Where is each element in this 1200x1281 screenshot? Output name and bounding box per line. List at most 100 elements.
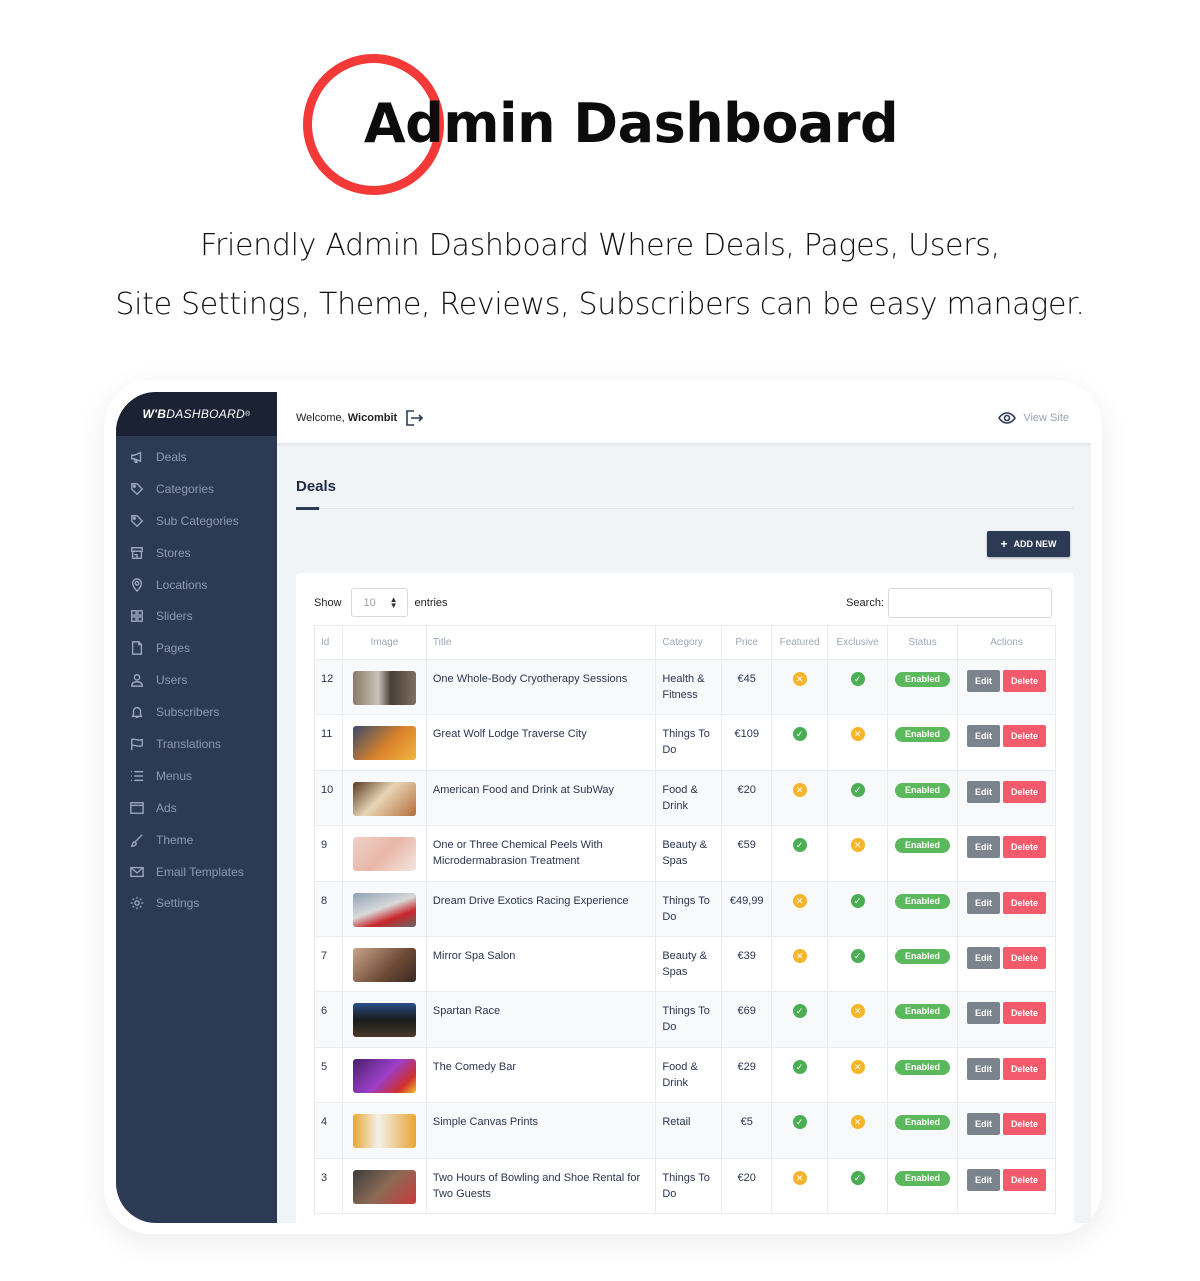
col-header-title[interactable]: Title: [425, 625, 657, 660]
deal-thumbnail[interactable]: [352, 781, 416, 816]
check-circle-icon[interactable]: ✓: [850, 948, 865, 963]
title-accent: [296, 507, 319, 510]
cell-featured: ✓: [771, 714, 829, 771]
deal-thumbnail[interactable]: [352, 1169, 416, 1204]
delete-button[interactable]: Delete: [1003, 780, 1046, 803]
col-header-id[interactable]: Id: [314, 625, 343, 660]
deal-thumbnail[interactable]: [352, 1114, 416, 1149]
deal-thumbnail[interactable]: [352, 671, 416, 705]
edit-button[interactable]: Edit: [967, 1113, 1000, 1136]
x-circle-icon[interactable]: ✕: [792, 782, 807, 797]
entries-select[interactable]: 10 ▲ ▼: [350, 588, 408, 617]
sidebar-item-sub-categories[interactable]: Sub Categories: [116, 505, 277, 537]
x-circle-icon[interactable]: ✕: [850, 1004, 865, 1019]
edit-button[interactable]: Edit: [967, 946, 1000, 969]
check-circle-icon[interactable]: ✓: [792, 1059, 807, 1074]
check-circle-icon[interactable]: ✓: [850, 1170, 865, 1185]
delete-button[interactable]: Delete: [1003, 670, 1046, 692]
search-input[interactable]: [888, 588, 1052, 618]
cell-exclusive: ✓: [827, 880, 889, 937]
sidebar-item-stores[interactable]: Stores: [116, 537, 277, 569]
edit-button[interactable]: Edit: [967, 1002, 1000, 1025]
status-badge[interactable]: Enabled: [895, 782, 951, 798]
logout-icon[interactable]: [405, 409, 424, 426]
brand-reg: ®: [245, 410, 251, 418]
check-circle-icon[interactable]: ✓: [850, 672, 865, 686]
deal-thumbnail[interactable]: [352, 726, 416, 761]
sidebar-item-users[interactable]: Users: [116, 664, 277, 696]
sidebar-item-settings[interactable]: Settings: [116, 887, 277, 919]
sidebar-item-pages[interactable]: Pages: [116, 632, 277, 664]
col-header-featured[interactable]: Featured: [771, 625, 829, 660]
check-circle-icon[interactable]: ✓: [850, 893, 865, 908]
sidebar-item-ads[interactable]: Ads: [116, 792, 277, 824]
sidebar-item-label: Settings: [156, 896, 200, 911]
sidebar-item-translations[interactable]: Translations: [116, 728, 277, 760]
sidebar-item-theme[interactable]: Theme: [116, 824, 277, 856]
check-circle-icon[interactable]: ✓: [792, 1115, 807, 1130]
x-circle-icon[interactable]: ✕: [792, 1170, 807, 1185]
deal-thumbnail[interactable]: [352, 947, 416, 982]
delete-button[interactable]: Delete: [1003, 946, 1046, 969]
delete-button[interactable]: Delete: [1003, 1113, 1046, 1136]
check-circle-icon[interactable]: ✓: [792, 838, 807, 853]
sidebar-item-menus[interactable]: Menus: [116, 760, 277, 792]
deal-thumbnail[interactable]: [352, 837, 416, 872]
status-badge[interactable]: Enabled: [895, 838, 951, 854]
status-badge[interactable]: Enabled: [895, 727, 951, 743]
delete-button[interactable]: Delete: [1003, 1002, 1046, 1025]
status-badge[interactable]: Enabled: [895, 893, 951, 909]
check-circle-icon[interactable]: ✓: [792, 1004, 807, 1019]
status-badge[interactable]: Enabled: [895, 1004, 951, 1020]
edit-button[interactable]: Edit: [967, 1168, 1000, 1191]
hero-title: Admin Dashboard: [363, 92, 899, 155]
edit-button[interactable]: Edit: [967, 780, 1000, 803]
sidebar-item-label: Theme: [156, 832, 194, 847]
x-circle-icon[interactable]: ✕: [792, 948, 807, 963]
sidebar-item-sliders[interactable]: Sliders: [116, 600, 277, 632]
col-header-category[interactable]: Category: [655, 625, 723, 660]
col-header-status[interactable]: Status: [887, 625, 958, 660]
edit-button[interactable]: Edit: [967, 1057, 1000, 1080]
brand-logo[interactable]: W'B DASHBOARD ®: [116, 392, 277, 436]
x-circle-icon[interactable]: ✕: [792, 672, 807, 686]
table-row: 4 Simple Canvas Prints Retail €5 ✓ ✕ Enabled Ed…: [314, 1102, 1056, 1159]
col-header-exclusive[interactable]: Exclusive: [827, 625, 889, 660]
x-circle-icon[interactable]: ✕: [850, 1115, 865, 1130]
sidebar-item-locations[interactable]: Locations: [116, 569, 277, 601]
sidebar-item-deals[interactable]: Deals: [116, 441, 277, 473]
edit-button[interactable]: Edit: [967, 670, 1000, 692]
status-badge[interactable]: Enabled: [895, 672, 951, 687]
check-circle-icon[interactable]: ✓: [792, 727, 807, 742]
sidebar-item-subscribers[interactable]: Subscribers: [116, 696, 277, 728]
sidebar-item-email-templates[interactable]: Email Templates: [116, 856, 277, 888]
x-circle-icon[interactable]: ✕: [792, 893, 807, 908]
x-circle-icon[interactable]: ✕: [850, 838, 865, 853]
deal-thumbnail[interactable]: [352, 1003, 416, 1038]
deal-thumbnail[interactable]: [352, 1058, 416, 1093]
status-badge[interactable]: Enabled: [895, 1059, 951, 1075]
x-circle-icon[interactable]: ✕: [850, 727, 865, 742]
deal-thumbnail[interactable]: [352, 892, 416, 927]
delete-button[interactable]: Delete: [1003, 1057, 1046, 1080]
status-badge[interactable]: Enabled: [895, 948, 951, 964]
x-circle-icon[interactable]: ✕: [850, 1059, 865, 1074]
delete-button[interactable]: Delete: [1003, 1168, 1046, 1191]
cell-category: Health & Fitness: [655, 658, 723, 716]
cell-id: 12: [314, 658, 343, 716]
sidebar-item-label: Users: [156, 673, 188, 688]
view-site-link[interactable]: View Site: [998, 412, 1069, 424]
edit-button[interactable]: Edit: [967, 836, 1000, 859]
col-header-price[interactable]: Price: [721, 625, 773, 660]
status-badge[interactable]: Enabled: [895, 1115, 951, 1131]
check-circle-icon[interactable]: ✓: [850, 782, 865, 797]
edit-button[interactable]: Edit: [967, 891, 1000, 914]
delete-button[interactable]: Delete: [1003, 891, 1046, 914]
col-header-image[interactable]: Image: [341, 625, 427, 660]
sidebar-item-categories[interactable]: Categories: [116, 473, 277, 505]
delete-button[interactable]: Delete: [1003, 725, 1046, 748]
delete-button[interactable]: Delete: [1003, 836, 1046, 859]
status-badge[interactable]: Enabled: [895, 1170, 951, 1186]
edit-button[interactable]: Edit: [967, 725, 1000, 748]
add-new-button[interactable]: + ADD NEW: [987, 531, 1070, 557]
